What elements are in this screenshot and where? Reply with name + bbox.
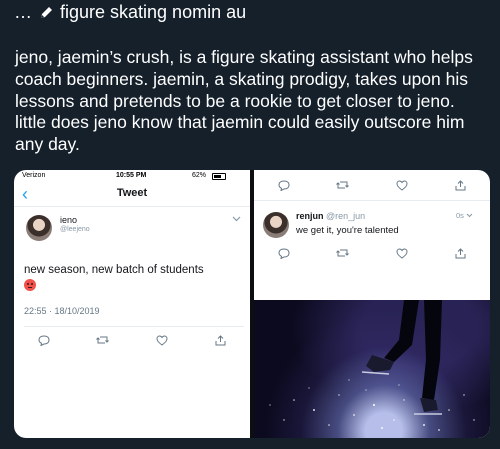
share-icon[interactable] — [214, 334, 228, 346]
retweet-icon[interactable] — [336, 179, 350, 191]
post-header: … figure skating nomin au — [14, 2, 246, 23]
chevron-down-icon[interactable] — [466, 213, 473, 218]
reply-icon[interactable] — [37, 334, 51, 346]
reply-author-handle[interactable]: @ren_jun — [326, 211, 365, 221]
share-icon[interactable] — [454, 179, 468, 191]
author-name[interactable]: ieno — [60, 215, 77, 225]
divider — [24, 326, 244, 327]
battery-level: 62% — [192, 172, 207, 179]
tweet-text: new season, new batch of students — [24, 264, 204, 276]
skating-photo[interactable] — [254, 300, 490, 438]
post-title: figure skating nomin au — [60, 2, 247, 22]
reply-text: we get it, you're talented — [296, 225, 399, 236]
like-icon[interactable] — [395, 247, 409, 259]
share-icon[interactable] — [454, 247, 468, 259]
nav-title: Tweet — [116, 187, 148, 199]
reply-time: 0s — [456, 211, 473, 220]
tweet-actions — [14, 333, 250, 347]
reply-time-text: 0s — [456, 211, 464, 220]
avatar[interactable] — [26, 215, 52, 241]
reply-author-name[interactable]: renjun — [296, 211, 324, 221]
media-grid[interactable]: Verizon 10:55 PM 62% ‹ Tweet ieno @leeje… — [14, 170, 490, 438]
status-time: 10:55 PM — [116, 172, 147, 179]
pencil-icon — [41, 6, 52, 18]
angry-face-emoji — [24, 279, 36, 291]
reply-icon[interactable] — [277, 179, 291, 191]
battery-icon — [212, 173, 226, 180]
skater-legs-illustration — [269, 300, 475, 431]
ellipsis-icon: … — [14, 2, 32, 22]
like-icon[interactable] — [155, 334, 169, 346]
author-handle[interactable]: @leejeno — [60, 226, 90, 233]
right-screenshot[interactable]: renjun @ren_jun 0s we get it, you're tal… — [254, 170, 490, 438]
left-screenshot[interactable]: Verizon 10:55 PM 62% ‹ Tweet ieno @leeje… — [14, 170, 250, 438]
tweet-timestamp: 22:55 · 18/10/2019 — [24, 306, 100, 316]
status-bar: Verizon 10:55 PM 62% — [14, 170, 250, 182]
reply-actions — [254, 246, 490, 260]
reply-author[interactable]: renjun @ren_jun — [296, 211, 365, 221]
retweet-icon[interactable] — [336, 247, 350, 259]
tweet-actions — [254, 178, 490, 192]
like-icon[interactable] — [395, 179, 409, 191]
post-body: jeno, jaemin’s crush, is a figure skatin… — [15, 47, 473, 155]
retweet-icon[interactable] — [96, 334, 110, 346]
divider — [254, 200, 490, 201]
tweet-nav: ‹ Tweet — [14, 182, 250, 207]
avatar[interactable] — [263, 212, 289, 238]
carrier: Verizon — [22, 172, 46, 179]
chevron-down-icon[interactable] — [232, 214, 241, 224]
reply-icon[interactable] — [277, 247, 291, 259]
